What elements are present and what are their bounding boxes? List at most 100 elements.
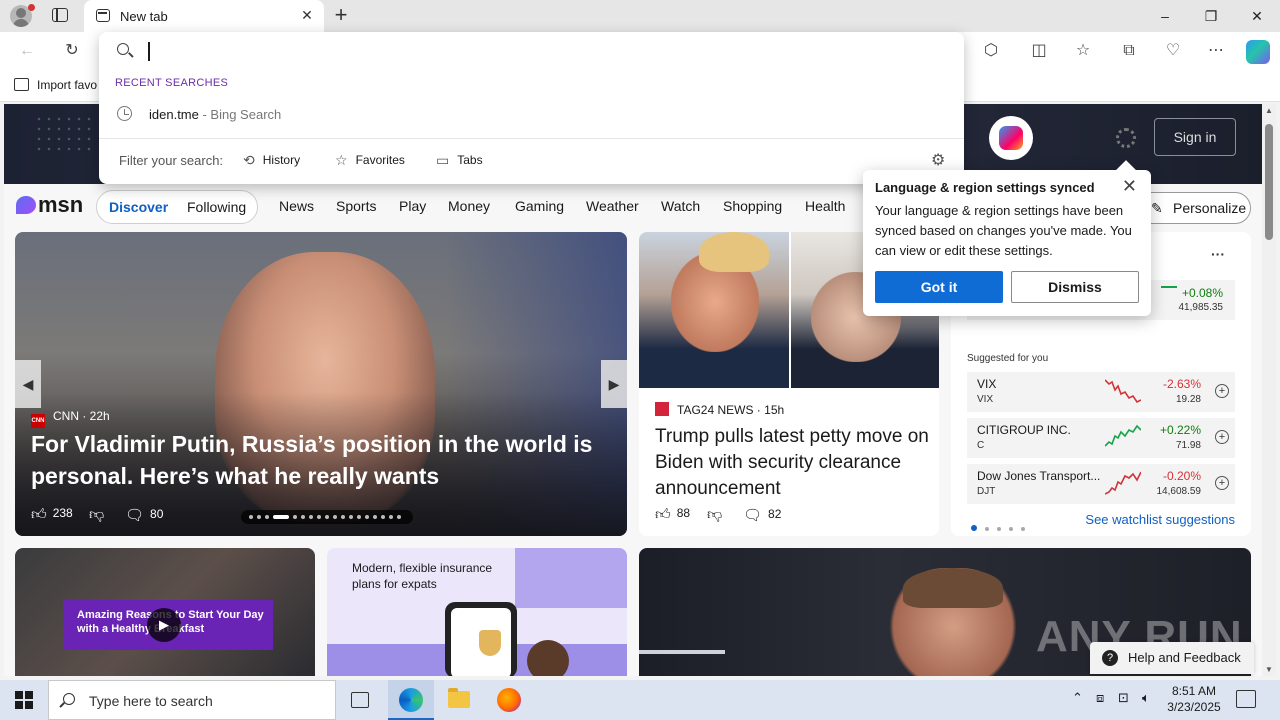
tab-discover[interactable]: Discover <box>109 199 168 215</box>
notification-center-icon[interactable] <box>1236 690 1256 708</box>
nav-gaming[interactable]: Gaming <box>515 198 564 214</box>
dislike-button[interactable]: 👎︎ <box>89 506 110 524</box>
filter-favorites[interactable]: ☆ Favorites <box>335 152 405 169</box>
story-headline[interactable]: Trump pulls latest petty move on Biden w… <box>655 424 930 502</box>
like-button[interactable]: 👍︎ 88 <box>655 506 690 524</box>
stock-row[interactable]: Dow Jones Transport... DJT -0.20% 14,608… <box>967 464 1235 504</box>
split-screen-icon[interactable]: ◫ <box>1028 40 1050 62</box>
tray-app-icon[interactable]: ⧈ <box>1096 690 1104 706</box>
filter-history[interactable]: ⟲ History <box>243 152 300 169</box>
add-to-watchlist-icon[interactable]: + <box>1215 384 1229 398</box>
star-icon: ☆ <box>335 152 348 168</box>
page-settings-gear-icon[interactable] <box>1116 128 1136 148</box>
firefox-button[interactable] <box>486 680 532 720</box>
story-source: TAG24 NEWS · 15h <box>655 402 784 417</box>
more-options-icon[interactable]: ··· <box>1211 246 1225 262</box>
copilot-icon[interactable] <box>1246 40 1270 64</box>
edge-taskbar-button[interactable] <box>388 680 434 720</box>
filter-tabs[interactable]: ▭ Tabs <box>436 152 483 169</box>
address-bar-input[interactable] <box>147 38 927 64</box>
restore-icon[interactable]: ❐ <box>1188 0 1234 32</box>
back-icon[interactable]: ← <box>16 40 38 62</box>
person-illustration <box>527 640 569 676</box>
nav-sports[interactable]: Sports <box>336 198 376 214</box>
play-icon[interactable]: ▶ <box>147 608 181 642</box>
extensions-icon[interactable]: ⬡ <box>980 40 1002 62</box>
nav-watch[interactable]: Watch <box>661 198 700 214</box>
tab-new-tab[interactable]: New tab ✕ <box>84 0 324 32</box>
recent-searches-label: RECENT SEARCHES <box>115 77 229 89</box>
scroll-down-icon[interactable]: ▼ <box>1265 665 1273 674</box>
comments-button[interactable]: 🗨︎ 80 <box>125 506 163 524</box>
nav-weather[interactable]: Weather <box>586 198 639 214</box>
sign-in-button[interactable]: Sign in <box>1154 118 1236 156</box>
taskbar-search-box[interactable]: Type here to search <box>48 680 336 720</box>
dismiss-button[interactable]: Dismiss <box>1011 271 1139 303</box>
got-it-button[interactable]: Got it <box>875 271 1003 303</box>
stock-row[interactable]: CITIGROUP INC. C +0.22% 71.98 + <box>967 418 1235 458</box>
refresh-icon[interactable]: ↻ <box>61 40 83 62</box>
start-button[interactable] <box>0 680 48 720</box>
close-icon[interactable]: ✕ <box>1122 177 1137 195</box>
page-scrollbar[interactable]: ▲ ▼ <box>1262 104 1276 676</box>
system-clock[interactable]: 8:51 AM 3/23/2025 <box>1160 683 1228 715</box>
tab-following[interactable]: Following <box>187 199 246 215</box>
taskbar-search-placeholder: Type here to search <box>89 693 213 709</box>
history-clock-icon: ⟲ <box>243 152 255 168</box>
like-button[interactable]: 👍︎ 238 <box>31 506 73 524</box>
copilot-hero-icon[interactable] <box>989 116 1033 160</box>
settings-more-icon[interactable]: ⋯ <box>1205 40 1227 62</box>
tray-chevron-icon[interactable]: ⌃ <box>1072 690 1083 706</box>
add-to-watchlist-icon[interactable]: + <box>1215 476 1229 490</box>
history-clock-icon <box>117 106 132 121</box>
comment-icon: 🗨︎ <box>125 507 145 524</box>
nav-news[interactable]: News <box>279 198 314 214</box>
popup-title: Language & region settings synced <box>875 180 1095 195</box>
ad-card[interactable]: Modern, flexible insurance plans for exp… <box>327 548 627 676</box>
msn-logo[interactable]: msn <box>16 192 83 218</box>
close-tab-icon[interactable]: ✕ <box>298 6 316 24</box>
carousel-prev-icon[interactable]: ◀ <box>15 360 41 408</box>
nav-health[interactable]: Health <box>805 198 845 214</box>
browser-essentials-icon[interactable]: ♡ <box>1162 40 1184 62</box>
dislike-button[interactable]: 👎︎ <box>707 506 728 524</box>
tabs-icon: ▭ <box>436 152 450 168</box>
folder-icon <box>448 688 470 708</box>
feed-toggle: Discover Following <box>96 190 258 224</box>
close-window-icon[interactable]: ✕ <box>1234 0 1280 32</box>
file-explorer-button[interactable] <box>436 680 482 720</box>
tab-actions-icon[interactable] <box>52 8 68 22</box>
stock-change: -2.63% <box>1162 377 1201 391</box>
scroll-thumb[interactable] <box>1265 124 1273 240</box>
video-card[interactable]: Amazing Reasons to Start Your Day with a… <box>15 548 315 676</box>
comments-button[interactable]: 🗨︎ 82 <box>743 506 781 524</box>
main-story-card[interactable]: ◀ ▶ CNN CNN · 22h For Vladimir Putin, Rus… <box>15 232 627 536</box>
import-favorites-link[interactable]: Import favo <box>14 78 97 92</box>
network-icon[interactable]: ⊡ <box>1118 690 1129 706</box>
see-watchlist-suggestions-link[interactable]: See watchlist suggestions <box>1085 512 1235 527</box>
task-view-icon <box>351 692 369 708</box>
nav-play[interactable]: Play <box>399 198 426 214</box>
task-view-button[interactable] <box>337 680 383 720</box>
nav-money[interactable]: Money <box>448 198 490 214</box>
scroll-up-icon[interactable]: ▲ <box>1265 106 1273 115</box>
carousel-next-icon[interactable]: ▶ <box>601 360 627 408</box>
stock-name: Dow Jones Transport... <box>977 469 1101 483</box>
new-tab-plus-icon[interactable]: + <box>330 4 352 27</box>
tab-title: New tab <box>120 9 168 24</box>
popup-body: Your language & region settings have bee… <box>875 203 1132 258</box>
help-feedback-button[interactable]: Help and Feedback <box>1090 642 1254 674</box>
recent-search-item[interactable]: iden.tme - Bing Search <box>99 98 964 132</box>
add-to-watchlist-icon[interactable]: + <box>1215 430 1229 444</box>
personalize-button[interactable]: Personalize <box>1136 192 1251 224</box>
story-headline[interactable]: For Vladimir Putin, Russia’s position in… <box>31 428 611 492</box>
collections-icon[interactable]: ⧉ <box>1118 40 1140 62</box>
minimize-icon[interactable]: – <box>1142 0 1188 32</box>
gear-icon[interactable]: ⚙ <box>931 150 945 170</box>
volume-icon[interactable]: 🔈︎ <box>1142 690 1150 706</box>
suggested-label: Suggested for you <box>967 353 1049 364</box>
stock-price: 41,985.35 <box>1178 302 1224 313</box>
nav-shopping[interactable]: Shopping <box>723 198 782 214</box>
stock-row[interactable]: VIX VIX -2.63% 19.28 + <box>967 372 1235 412</box>
favorites-star-icon[interactable]: ☆ <box>1072 40 1094 62</box>
